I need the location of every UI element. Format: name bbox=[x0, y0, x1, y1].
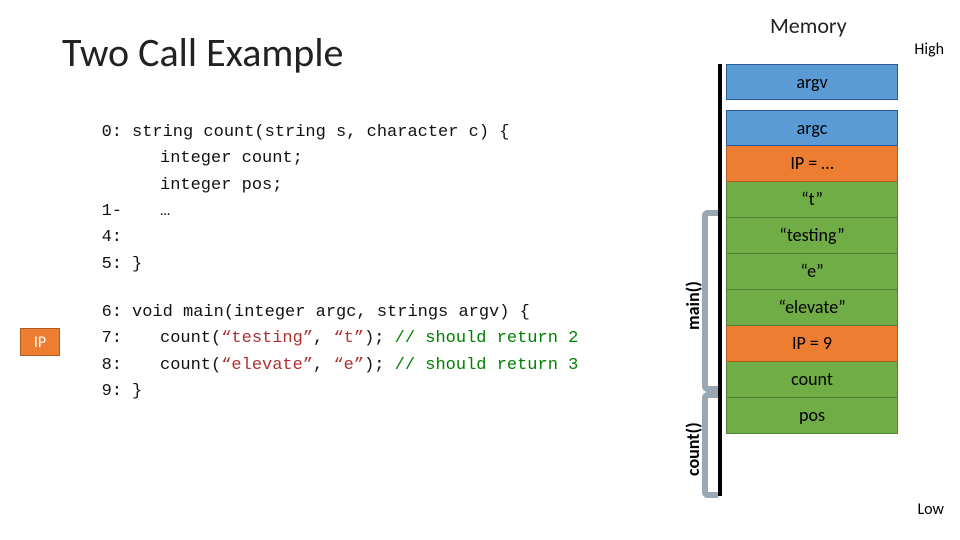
memory-high-label: High bbox=[914, 40, 944, 59]
code-listing: 0: string count(string s, character c) {… bbox=[84, 120, 578, 405]
stack-cell-e: “e” bbox=[726, 254, 898, 290]
stack-cell-pos: pos bbox=[726, 398, 898, 434]
code-line-9: 9: } bbox=[84, 379, 578, 405]
memory-stack: argv argc IP = … “t” “testing” “e” “elev… bbox=[726, 64, 898, 434]
line-number: 6: bbox=[84, 300, 132, 326]
stack-cell-ip-main: IP = … bbox=[726, 146, 898, 182]
code-text: string count(string s, character c) { bbox=[132, 120, 509, 146]
line-number: 9: bbox=[84, 379, 132, 405]
code-line-1: integer count; bbox=[84, 146, 578, 172]
line-number bbox=[84, 173, 132, 199]
stack-cell-argc: argc bbox=[726, 110, 898, 146]
code-line-1-4: 1-4: … bbox=[84, 199, 578, 252]
stack-cell-elevate: “elevate” bbox=[726, 290, 898, 326]
memory-low-label: Low bbox=[917, 500, 944, 519]
frame-label-count: count() bbox=[682, 422, 704, 476]
frame-bracket-count bbox=[702, 392, 718, 498]
stack-cell-count: count bbox=[726, 362, 898, 398]
memory-heading: Memory bbox=[770, 12, 847, 39]
line-number: 5: bbox=[84, 252, 132, 278]
line-number: 8: bbox=[84, 353, 132, 379]
code-text: integer count; bbox=[132, 146, 303, 172]
code-text: } bbox=[132, 379, 142, 405]
code-line-0: 0: string count(string s, character c) { bbox=[84, 120, 578, 146]
code-line-7: 7: count(“testing”, “t”); // should retu… bbox=[84, 326, 578, 352]
memory-divider bbox=[718, 64, 722, 496]
code-line-2: integer pos; bbox=[84, 173, 578, 199]
frame-bracket-main bbox=[702, 210, 718, 392]
code-text: count(“testing”, “t”); // should return … bbox=[132, 326, 578, 352]
code-line-8: 8: count(“elevate”, “e”); // should retu… bbox=[84, 353, 578, 379]
code-line-5: 5: } bbox=[84, 252, 578, 278]
stack-cell-testing: “testing” bbox=[726, 218, 898, 254]
line-number bbox=[84, 146, 132, 172]
line-number: 7: bbox=[84, 326, 132, 352]
code-text: integer pos; bbox=[132, 173, 282, 199]
line-number: 0: bbox=[84, 120, 132, 146]
ip-pointer-badge: IP bbox=[20, 328, 60, 356]
code-text: … bbox=[132, 199, 170, 252]
stack-cell-t: “t” bbox=[726, 182, 898, 218]
code-text: } bbox=[132, 252, 142, 278]
stack-cell-argv: argv bbox=[726, 64, 898, 100]
code-text: void main(integer argc, strings argv) { bbox=[132, 300, 530, 326]
code-line-6: 6: void main(integer argc, strings argv)… bbox=[84, 300, 578, 326]
page-title: Two Call Example bbox=[62, 28, 343, 77]
stack-cell-ip-count: IP = 9 bbox=[726, 326, 898, 362]
line-number: 1-4: bbox=[84, 199, 132, 252]
code-text: count(“elevate”, “e”); // should return … bbox=[132, 353, 578, 379]
frame-label-main: main() bbox=[682, 281, 704, 330]
